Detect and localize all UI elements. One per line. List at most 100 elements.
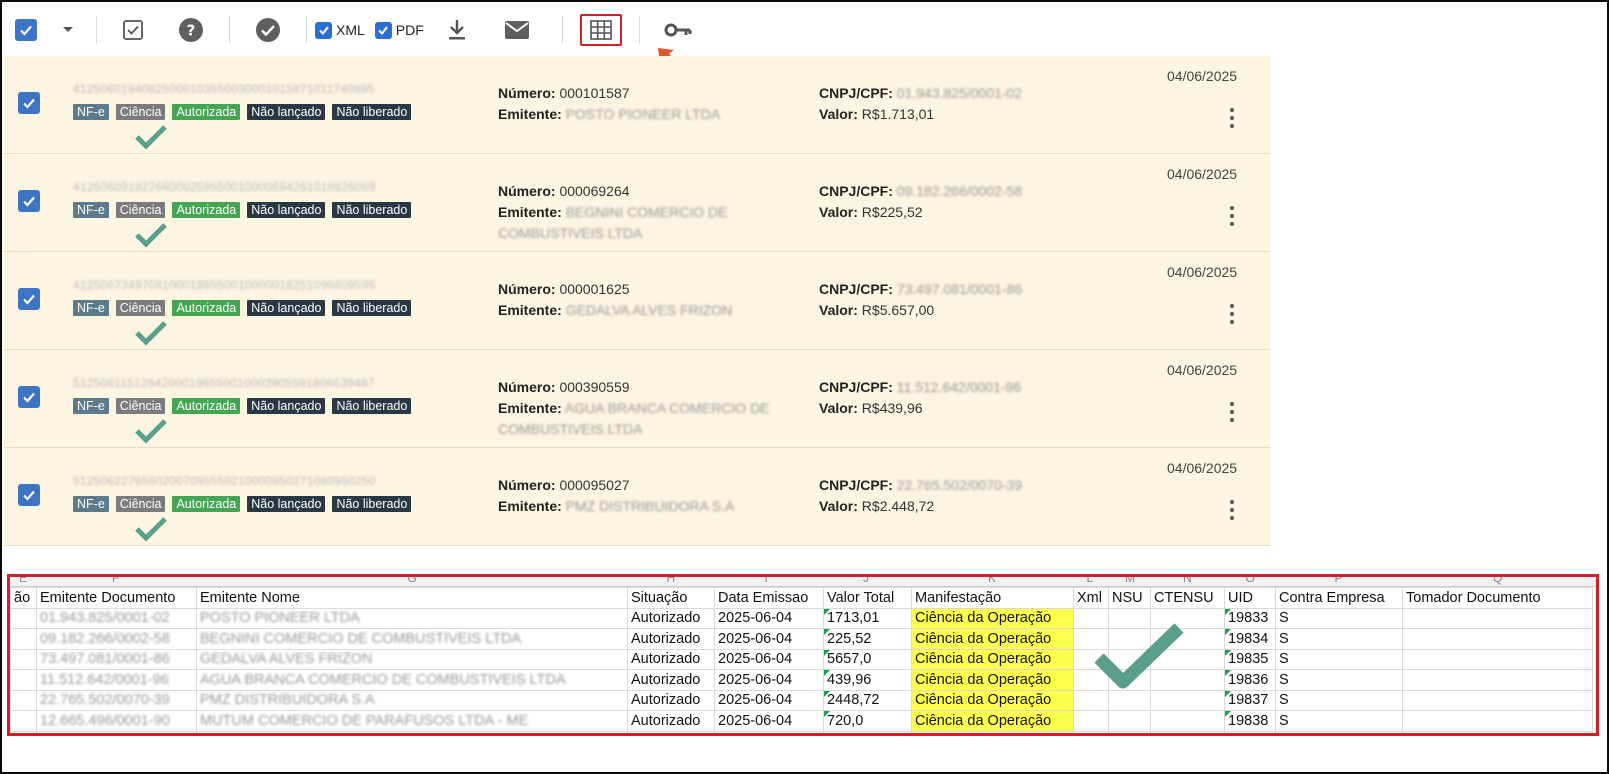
table-cell[interactable]: 19834 — [1224, 628, 1276, 650]
table-cell[interactable] — [10, 628, 37, 650]
table-cell[interactable]: 12.665.496/0001-90 — [36, 710, 197, 732]
table-cell[interactable]: Autorizado — [627, 628, 715, 650]
xml-option[interactable]: XML — [315, 21, 365, 39]
kebab-menu-icon[interactable] — [1230, 304, 1234, 328]
list-item[interactable]: 4125060194082500010355003000101587101174… — [4, 56, 1270, 154]
table-cell[interactable]: PMZ DISTRIBUIDORA S.A — [196, 689, 628, 711]
table-cell[interactable] — [1073, 710, 1109, 732]
table-cell[interactable]: S — [1275, 607, 1403, 629]
check-circle-icon[interactable] — [238, 10, 298, 50]
export-grid-button[interactable] — [571, 10, 631, 50]
column-header[interactable]: ão — [10, 587, 37, 609]
table-cell[interactable]: S — [1275, 689, 1403, 711]
grid-table-icon[interactable] — [579, 14, 622, 46]
table-cell[interactable] — [1402, 689, 1593, 711]
table-cell[interactable]: Autorizado — [627, 648, 715, 670]
table-cell[interactable] — [1150, 710, 1225, 732]
download-icon[interactable] — [434, 10, 480, 50]
table-cell[interactable] — [10, 730, 37, 733]
column-header[interactable]: Manifestação — [911, 587, 1074, 609]
table-cell[interactable] — [714, 730, 824, 733]
table-cell[interactable]: S — [1275, 648, 1403, 670]
table-cell[interactable] — [10, 710, 37, 732]
row-checkbox[interactable] — [18, 190, 40, 212]
table-cell[interactable] — [1108, 710, 1151, 732]
column-header[interactable]: Situação — [627, 587, 715, 609]
table-cell[interactable]: MUTUM COMERCIO DE PARAFUSOS LTDA - ME — [196, 710, 628, 732]
table-cell[interactable]: 2025-06-04 — [714, 669, 824, 691]
table-cell[interactable]: Ciência da Operação — [911, 669, 1074, 691]
table-cell[interactable]: POSTO PIONEER LTDA — [196, 607, 628, 629]
kebab-menu-icon[interactable] — [1230, 206, 1234, 230]
table-cell[interactable]: Ciência da Operação — [911, 710, 1074, 732]
table-cell[interactable] — [196, 730, 628, 733]
table-cell[interactable]: GEDALVA ALVES FRIZON — [196, 648, 628, 670]
column-header[interactable]: Emitente Nome — [196, 587, 628, 609]
table-cell[interactable]: Ciência da Operação — [911, 607, 1074, 629]
table-cell[interactable] — [1402, 730, 1593, 733]
checklist-icon[interactable] — [105, 10, 161, 50]
list-item[interactable]: 4125067349708100018655001000001625109680… — [4, 252, 1270, 350]
table-cell[interactable]: 01.943.825/0001-02 — [36, 607, 197, 629]
table-cell[interactable] — [1150, 730, 1225, 733]
table-cell[interactable]: 19833 — [1224, 607, 1276, 629]
table-cell[interactable]: Autorizado — [627, 710, 715, 732]
table-cell[interactable]: 2025-06-04 — [714, 607, 824, 629]
pdf-checkbox[interactable] — [374, 21, 392, 39]
column-header[interactable]: Valor Total — [823, 587, 912, 609]
kebab-menu-icon[interactable] — [1230, 402, 1234, 426]
table-cell[interactable] — [1402, 710, 1593, 732]
table-cell[interactable] — [823, 730, 912, 733]
column-header[interactable]: Data Emissao — [714, 587, 824, 609]
table-cell[interactable]: S — [1275, 710, 1403, 732]
table-cell[interactable] — [10, 648, 37, 670]
table-cell[interactable]: 439,96 — [823, 669, 912, 691]
select-all-checkbox[interactable] — [4, 10, 48, 50]
table-cell[interactable]: Autorizado — [627, 607, 715, 629]
table-cell[interactable]: 2448,72 — [823, 689, 912, 711]
table-cell[interactable]: Autorizado — [627, 669, 715, 691]
kebab-menu-icon[interactable] — [1230, 108, 1234, 132]
table-cell[interactable] — [1402, 607, 1593, 629]
column-header[interactable]: CTENSU — [1150, 587, 1225, 609]
table-cell[interactable]: S — [1275, 628, 1403, 650]
table-cell[interactable]: 19835 — [1224, 648, 1276, 670]
table-cell[interactable]: 19837 — [1224, 689, 1276, 711]
dropdown-caret-icon[interactable] — [48, 10, 88, 50]
table-cell[interactable]: 1713,01 — [823, 607, 912, 629]
table-cell[interactable]: Ciência da Operação — [911, 689, 1074, 711]
table-cell[interactable] — [10, 669, 37, 691]
table-cell[interactable]: 2025-06-04 — [714, 710, 824, 732]
table-cell[interactable] — [1108, 730, 1151, 733]
table-cell[interactable]: 09.182.266/0002-58 — [36, 628, 197, 650]
table-cell[interactable]: 720,0 — [823, 710, 912, 732]
pdf-option[interactable]: PDF — [374, 21, 424, 39]
table-cell[interactable] — [10, 689, 37, 711]
table-cell[interactable]: Ciência da Operação — [911, 628, 1074, 650]
column-header[interactable]: Tomador Documento — [1402, 587, 1593, 609]
column-header[interactable]: Xml — [1073, 587, 1109, 609]
table-cell[interactable] — [1275, 730, 1403, 733]
table-cell[interactable]: 22.765.502/0070-39 — [36, 689, 197, 711]
table-cell[interactable] — [1224, 730, 1276, 733]
table-cell[interactable]: Autorizado — [627, 689, 715, 711]
table-cell[interactable] — [1073, 730, 1109, 733]
table-cell[interactable]: BEGNINI COMERCIO DE COMBUSTIVEIS LTDA — [196, 628, 628, 650]
table-cell[interactable]: 73.497.081/0001-86 — [36, 648, 197, 670]
row-checkbox[interactable] — [18, 484, 40, 506]
row-checkbox[interactable] — [18, 92, 40, 114]
table-cell[interactable] — [627, 730, 715, 733]
table-cell[interactable]: 2025-06-04 — [714, 628, 824, 650]
table-cell[interactable] — [1402, 648, 1593, 670]
table-cell[interactable]: Ciência da Operação — [911, 648, 1074, 670]
table-cell[interactable]: 11.512.642/0001-96 — [36, 669, 197, 691]
xml-checkbox[interactable] — [315, 21, 332, 39]
table-cell[interactable]: 225,52 — [823, 628, 912, 650]
table-cell[interactable]: 2025-06-04 — [714, 648, 824, 670]
column-header[interactable]: UID — [1224, 587, 1276, 609]
column-header[interactable]: Emitente Documento — [36, 587, 197, 609]
list-item[interactable]: 4125060918226600025855001000069426101682… — [4, 154, 1270, 252]
table-cell[interactable]: S — [1275, 669, 1403, 691]
table-cell[interactable]: 19838 — [1224, 710, 1276, 732]
mail-icon[interactable] — [480, 10, 554, 50]
